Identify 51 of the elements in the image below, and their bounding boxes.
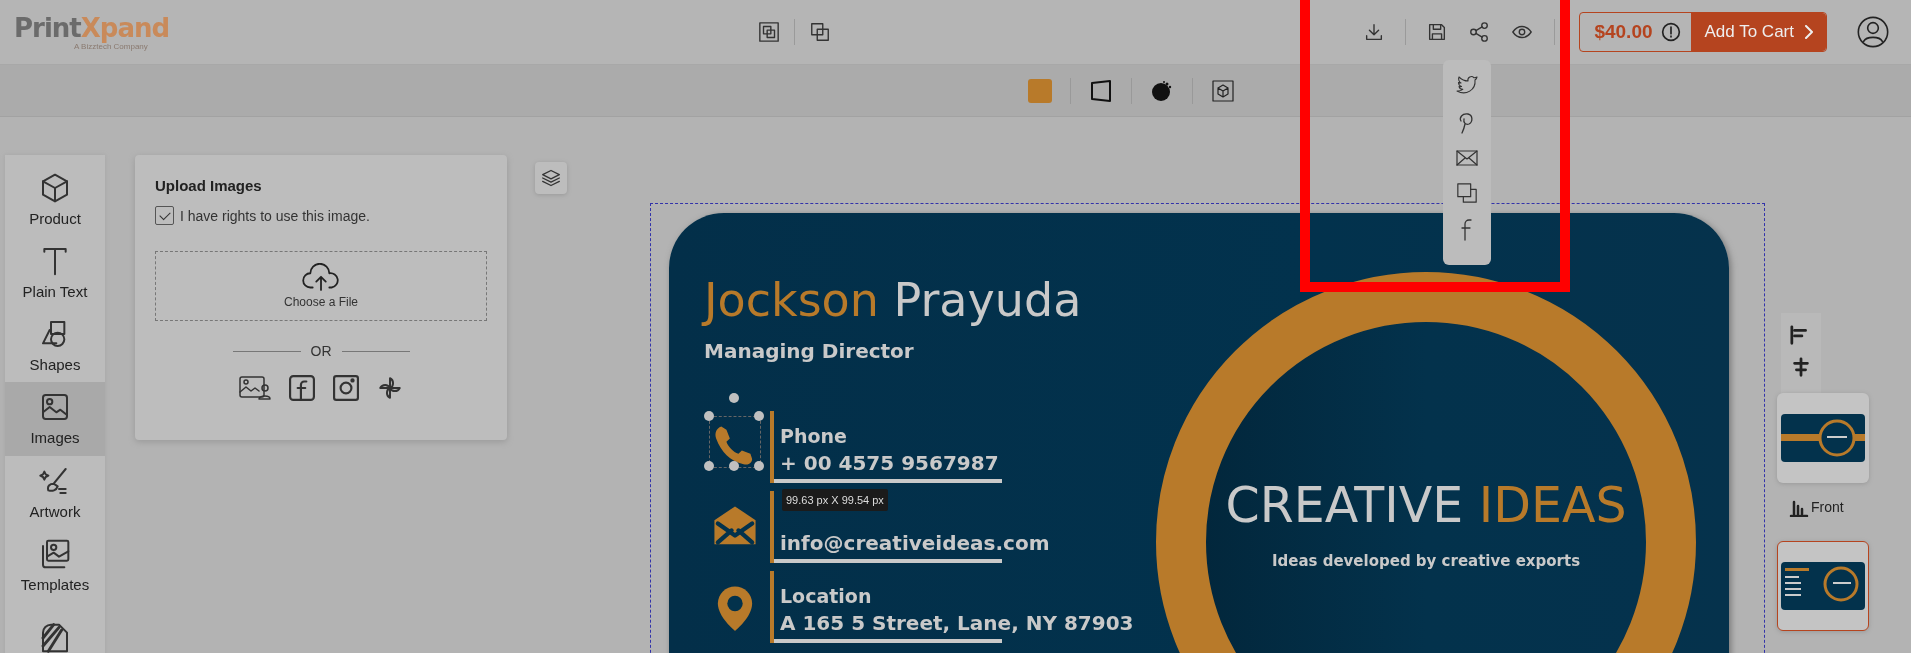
facebook-icon[interactable] [289, 375, 315, 401]
cube-frame-icon[interactable] [1211, 78, 1235, 103]
brand-name-accent: IDEAS [1478, 477, 1627, 534]
sidebar-item[interactable]: Templates [5, 528, 105, 602]
brand-tagline: Ideas developed by creative exports [1271, 552, 1581, 570]
selection-frame[interactable] [704, 393, 766, 473]
sidebar-item[interactable]: Shapes [5, 309, 105, 383]
layers-button[interactable] [535, 162, 567, 194]
send-backward-icon[interactable] [809, 21, 831, 43]
contact-value: + 00 4575 9567987 [780, 450, 1000, 477]
panel-title: Upload Images [155, 177, 263, 194]
sidebar-item[interactable]: Artwork [5, 455, 105, 529]
cube-icon [39, 172, 71, 205]
halftone-sphere-icon[interactable] [1150, 78, 1174, 103]
page-label[interactable]: Front [1811, 499, 1844, 515]
contact-label: Phone [780, 424, 848, 449]
last-name: Prayuda [893, 273, 1082, 327]
instagram-icon[interactable] [333, 375, 359, 401]
align-center-icon[interactable] [1790, 357, 1812, 377]
contact-label: Location [780, 584, 873, 609]
info-icon[interactable] [1660, 22, 1681, 42]
brand-name: CREATIVE [1225, 477, 1464, 534]
contact-value: info@creativeideas.com [780, 530, 1050, 557]
fabric-icon [39, 622, 71, 653]
page-thumbnail[interactable] [1777, 541, 1869, 631]
sidebar-item[interactable]: Images [5, 382, 105, 456]
checkbox-label: I have rights to use this image. [180, 207, 370, 224]
perspective-icon[interactable] [1089, 78, 1113, 103]
fill-swatch[interactable] [1028, 78, 1052, 103]
checkbox[interactable] [155, 206, 174, 225]
chevron-right-icon [1804, 25, 1814, 39]
templates-icon [39, 537, 71, 570]
job-title: Managing Director [704, 339, 915, 363]
copy-icon[interactable] [1456, 182, 1478, 204]
pinwheel-icon[interactable] [377, 375, 403, 401]
contact-value: A 165 5 Street, Lane, NY 87903 [780, 610, 1134, 637]
size-tooltip: 99.63 px X 99.54 px [782, 489, 888, 511]
file-dropzone[interactable]: Choose a File [155, 251, 487, 321]
mail-icon[interactable] [1455, 148, 1479, 168]
sidebar-item[interactable]: Plain Text [5, 236, 105, 310]
layers-icon [541, 168, 561, 188]
gallery-icon[interactable] [239, 375, 271, 401]
cloud-upload-icon [302, 263, 340, 293]
page-thumbnail[interactable] [1777, 393, 1869, 483]
bring-forward-icon[interactable] [758, 21, 780, 43]
divider-text: OR [310, 343, 332, 359]
sidebar-item[interactable]: Product [5, 163, 105, 237]
share-icon[interactable] [1468, 21, 1491, 43]
user-icon[interactable] [1857, 16, 1889, 48]
add-to-cart-button[interactable]: Add To Cart [1690, 13, 1826, 51]
price-text: $40.00 [1593, 21, 1654, 43]
